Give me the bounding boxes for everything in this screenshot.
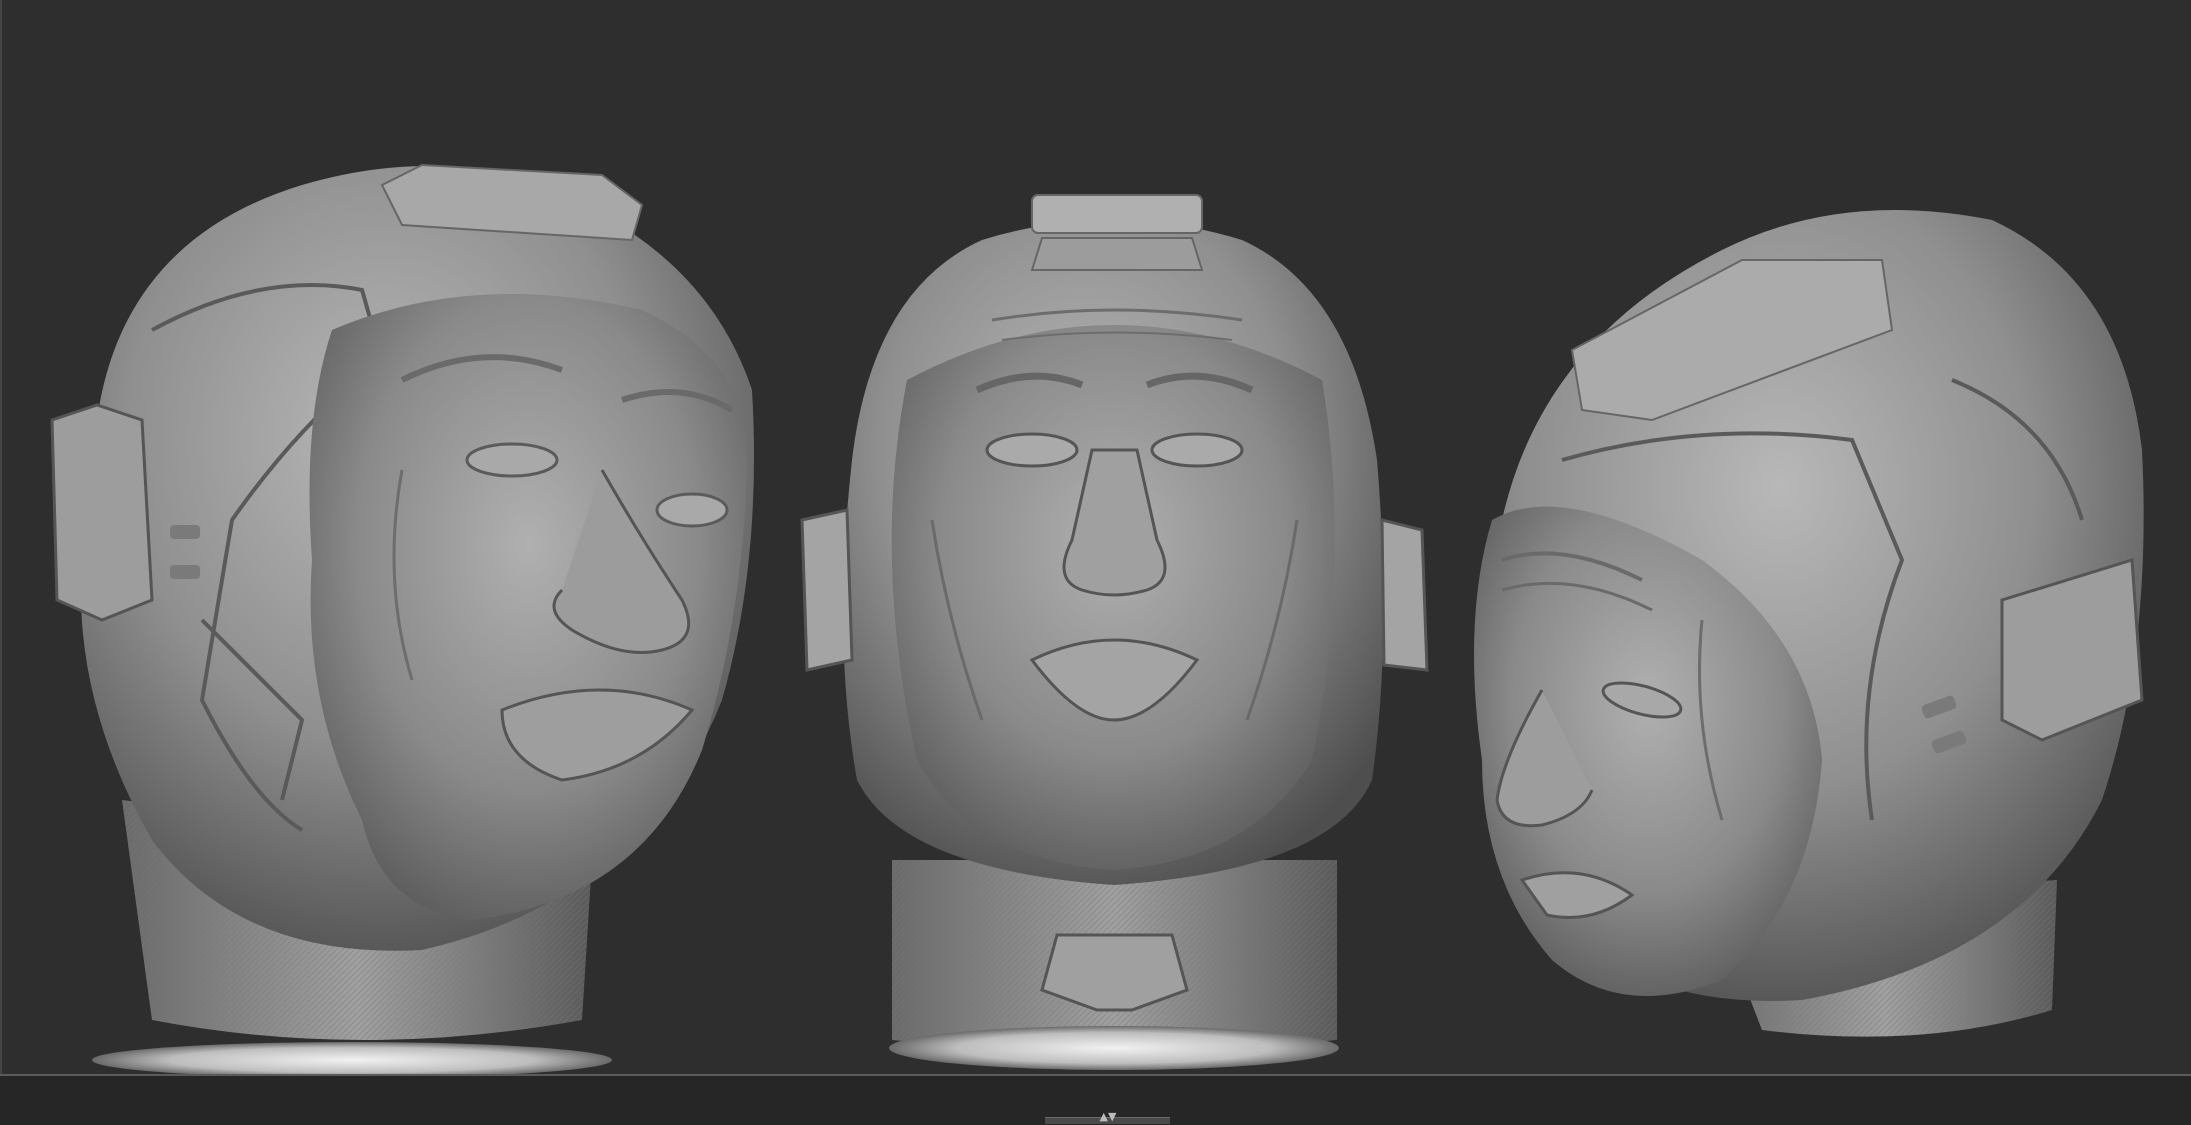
head-model-right[interactable]: [1474, 210, 2144, 1037]
head-model-left[interactable]: [50, 163, 754, 1074]
canvas-viewport[interactable]: [0, 0, 2191, 1074]
collapse-expand-arrows-icon[interactable]: ▲▼: [1095, 1110, 1121, 1124]
sculpt-scene: [50, 163, 2144, 1074]
head-model-front[interactable]: [800, 194, 1429, 1070]
